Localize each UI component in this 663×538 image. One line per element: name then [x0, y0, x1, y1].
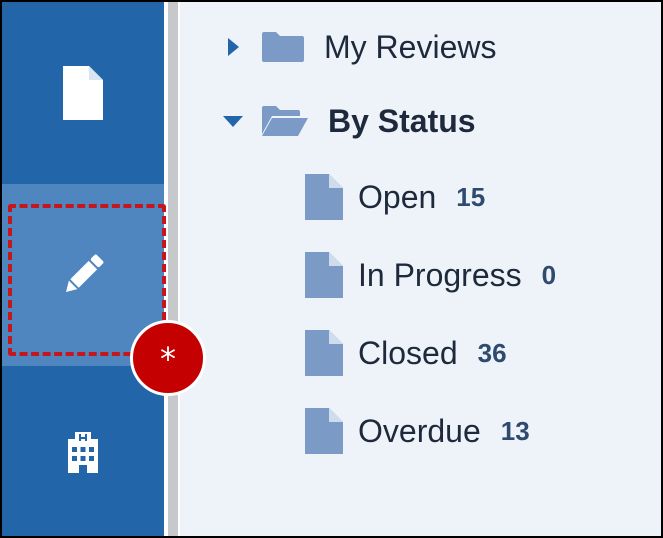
caret-down-icon[interactable] — [220, 114, 246, 128]
tree-leaf-label: In Progress — [358, 256, 522, 293]
review-tree: My Reviews By Status Open 15 In Progress… — [180, 2, 661, 536]
file-icon — [304, 329, 344, 377]
file-icon — [304, 251, 344, 299]
tree-leaf-overdue[interactable]: Overdue 13 — [304, 403, 530, 459]
tree-node-my-reviews[interactable]: My Reviews — [220, 22, 496, 72]
review-navigator: * My Reviews By Status Open 15 In Progre… — [0, 0, 663, 538]
tree-leaf-in-progress[interactable]: In Progress 0 — [304, 247, 556, 303]
caret-right-icon[interactable] — [220, 37, 246, 57]
tree-leaf-label: Overdue — [358, 412, 481, 449]
pencil-icon — [66, 254, 104, 292]
tree-leaf-closed[interactable]: Closed 36 — [304, 325, 507, 381]
sidebar-item-documents[interactable] — [2, 2, 164, 184]
count-badge: 36 — [477, 337, 507, 368]
file-icon — [304, 407, 344, 455]
tree-node-label: My Reviews — [324, 28, 497, 65]
folder-open-icon — [260, 104, 310, 138]
file-icon — [304, 173, 344, 221]
count-badge: 13 — [500, 415, 530, 446]
count-badge: 15 — [456, 181, 486, 212]
hospital-building-icon — [68, 432, 98, 473]
tree-leaf-label: Open — [358, 178, 437, 215]
sidebar-item-facilities[interactable] — [2, 366, 164, 536]
tree-leaf-label: Closed — [358, 334, 458, 371]
tree-node-by-status[interactable]: By Status — [220, 96, 476, 146]
tree-node-label: By Status — [328, 102, 476, 139]
document-icon — [63, 66, 103, 120]
tree-leaf-open[interactable]: Open 15 — [304, 169, 485, 225]
folder-icon — [260, 30, 306, 64]
panel-splitter[interactable] — [164, 2, 180, 536]
count-badge: 0 — [541, 259, 557, 290]
sidebar — [2, 2, 164, 536]
